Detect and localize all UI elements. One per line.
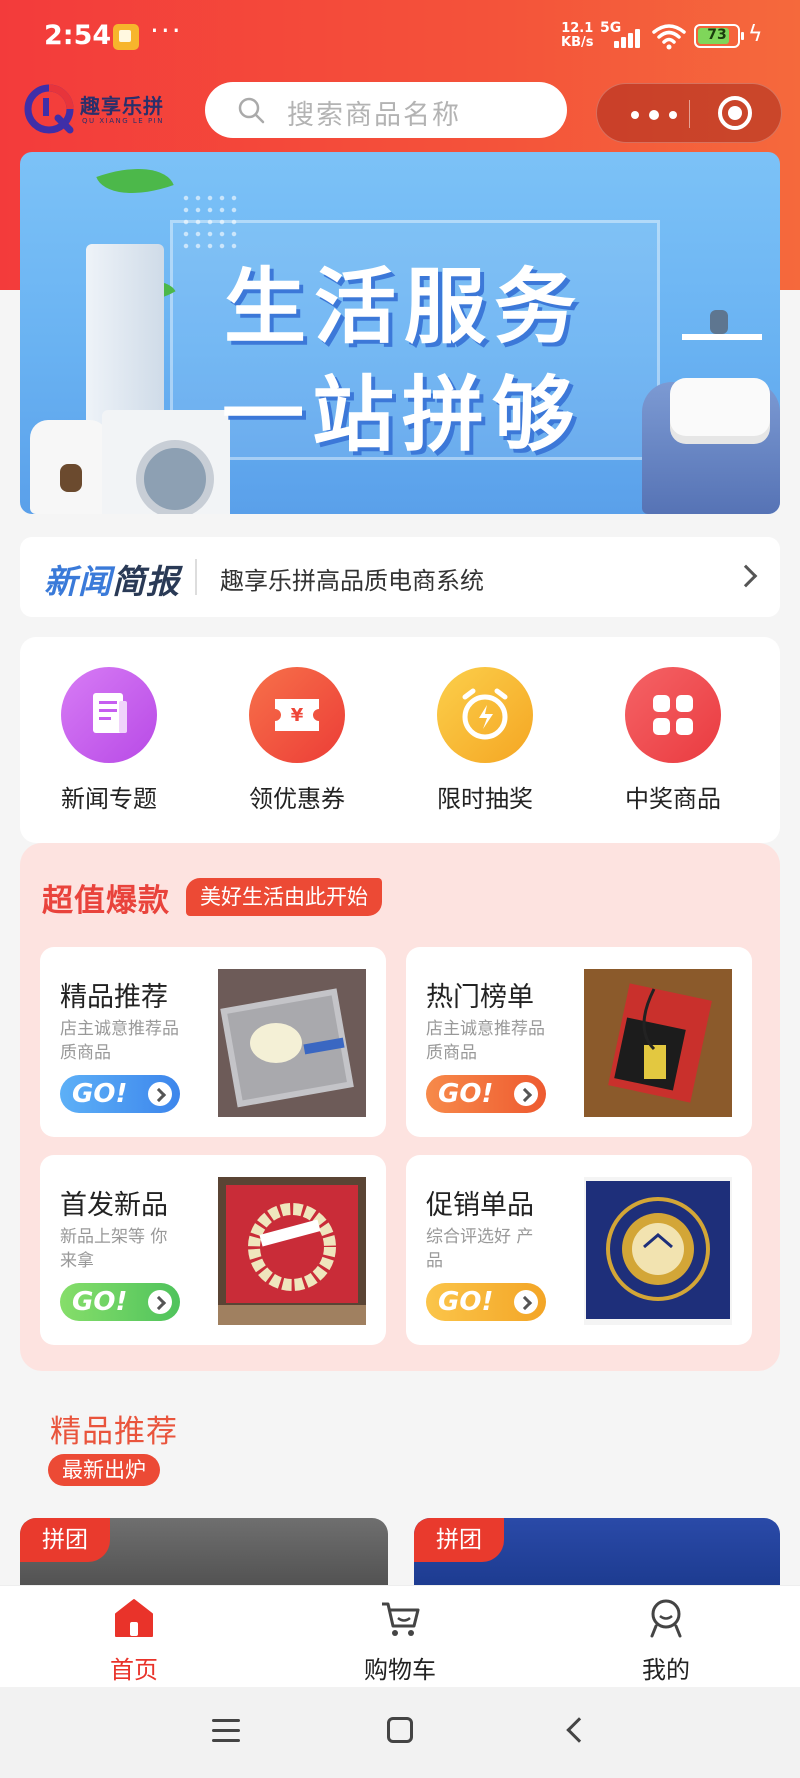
banner-headline-2: 一站拼够: [221, 368, 582, 463]
product-image: [218, 1177, 366, 1325]
logo-subtitle: QU XIANG LE PIN: [82, 117, 164, 125]
capsule-divider: [689, 100, 690, 128]
news-bulletin-tag: 新闻简报: [44, 555, 180, 603]
quick-menu-label: 新闻专题: [61, 785, 157, 813]
recents-button[interactable]: [212, 1719, 240, 1743]
quick-menu-label: 中奖商品: [625, 785, 721, 813]
deal-card-promotion[interactable]: 促销单品 综合评选好 产品 GO!: [406, 1155, 752, 1345]
quick-menu: 新闻专题 ¥ 领优惠券 限时抽奖 中奖商品: [20, 637, 780, 843]
leaf-decoration: [96, 153, 174, 209]
coupon-icon: ¥: [249, 667, 345, 763]
go-button[interactable]: GO!: [60, 1075, 180, 1113]
cart-icon: [382, 1602, 420, 1636]
group-buy-tag: 拼团: [20, 1518, 110, 1562]
quick-menu-lottery[interactable]: 限时抽奖: [410, 667, 560, 814]
search-bar[interactable]: 搜索商品名称: [205, 82, 567, 138]
tab-label: 首页: [110, 1656, 158, 1684]
network-speed: 12.1 KB/s: [561, 22, 593, 50]
deal-card-featured[interactable]: 精品推荐 店主诚意推荐品质商品 GO!: [40, 947, 386, 1137]
home-icon: [115, 1599, 153, 1637]
arrow-right-icon: [148, 1082, 172, 1106]
banner-headline-1: 生活服务: [223, 260, 584, 355]
notification-app-icon: [113, 24, 139, 50]
miniprogram-capsule: [596, 83, 782, 143]
quick-menu-winners[interactable]: 中奖商品: [598, 667, 748, 814]
alarm-clock-icon: [437, 667, 533, 763]
more-options-button[interactable]: [623, 96, 683, 130]
tab-cart[interactable]: 购物车: [320, 1598, 480, 1685]
quick-menu-coupon[interactable]: ¥ 领优惠券: [222, 667, 372, 814]
news-tag-part2: 简报: [112, 562, 180, 601]
charging-icon: ϟ: [748, 22, 763, 47]
quick-menu-label: 限时抽奖: [437, 785, 533, 813]
network-speed-value: 12.1: [561, 21, 594, 36]
deal-card-title: 精品推荐: [60, 982, 168, 1013]
battery-icon: 73: [694, 24, 744, 48]
news-bulletin[interactable]: 新闻简报 趣享乐拼高品质电商系统: [20, 537, 780, 617]
product-image: [584, 969, 732, 1117]
logo-title: 趣享乐拼: [80, 94, 164, 118]
logo-mark-icon: [24, 84, 74, 134]
tab-label: 购物车: [364, 1656, 436, 1684]
news-divider: [195, 559, 197, 595]
deal-card-new-arrivals[interactable]: 首发新品 新品上架等 你来拿 GO!: [40, 1155, 386, 1345]
more-notifications-icon: ···: [150, 14, 183, 47]
news-headline: 趣享乐拼高品质电商系统: [220, 567, 484, 595]
back-button[interactable]: [566, 1717, 592, 1743]
signal-icon: [614, 26, 644, 48]
home-button[interactable]: [387, 1717, 413, 1743]
svg-text:¥: ¥: [291, 705, 304, 726]
deals-title: 超值爆款: [42, 883, 170, 919]
search-placeholder: 搜索商品名称: [287, 100, 461, 131]
deal-card-title: 促销单品: [426, 1190, 534, 1221]
deal-card-title: 首发新品: [60, 1190, 168, 1221]
deal-card-subtitle: 综合评选好 产品: [426, 1227, 534, 1271]
go-button[interactable]: GO!: [426, 1283, 546, 1321]
search-icon: [238, 97, 265, 124]
tab-home[interactable]: 首页: [54, 1598, 214, 1685]
go-button[interactable]: GO!: [60, 1283, 180, 1321]
deals-badge: 美好生活由此开始: [186, 878, 382, 916]
go-button-label: GO!: [72, 1079, 128, 1109]
promo-banner[interactable]: 生活服务 一站拼够: [20, 152, 780, 514]
product-image: [218, 969, 366, 1117]
arrow-right-icon: [148, 1290, 172, 1314]
news-tag-part1: 新闻: [44, 562, 112, 601]
tab-profile[interactable]: 我的: [586, 1598, 746, 1685]
status-time: 2:54: [44, 20, 112, 51]
group-buy-tag: 拼团: [414, 1518, 504, 1562]
system-navigation-bar: [0, 1687, 800, 1778]
network-speed-unit: KB/s: [561, 35, 594, 50]
featured-section-title: 精品推荐: [50, 1414, 178, 1450]
arrow-right-icon: [514, 1082, 538, 1106]
quick-menu-label: 领优惠券: [249, 785, 345, 813]
user-icon: [650, 1599, 682, 1638]
go-button-label: GO!: [438, 1287, 494, 1317]
go-button[interactable]: GO!: [426, 1075, 546, 1113]
document-icon: [61, 667, 157, 763]
go-button-label: GO!: [72, 1287, 128, 1317]
deal-card-title: 热门榜单: [426, 982, 534, 1013]
go-button-label: GO!: [438, 1079, 494, 1109]
wifi-icon: [652, 24, 686, 50]
deal-card-subtitle: 店主诚意推荐品质商品: [426, 1019, 545, 1063]
arrow-right-icon: [514, 1290, 538, 1314]
close-miniprogram-button[interactable]: [718, 96, 752, 130]
deals-section: 超值爆款 美好生活由此开始 精品推荐 店主诚意推荐品质商品 GO! 热门榜单 店…: [20, 843, 780, 1371]
featured-section-badge: 最新出炉: [48, 1454, 160, 1486]
product-image: [584, 1177, 732, 1325]
grid-icon: [625, 667, 721, 763]
deal-card-hot-list[interactable]: 热门榜单 店主诚意推荐品质商品 GO!: [406, 947, 752, 1137]
app-logo[interactable]: 趣享乐拼 QU XIANG LE PIN: [24, 84, 174, 138]
quick-menu-news[interactable]: 新闻专题: [34, 667, 184, 814]
chevron-right-icon: [734, 564, 758, 588]
deal-card-subtitle: 新品上架等 你来拿: [60, 1227, 168, 1271]
status-bar: 2:54 ··· 12.1 KB/s 5G 73 ϟ: [0, 0, 800, 72]
battery-level: 73: [707, 27, 727, 43]
deal-card-subtitle: 店主诚意推荐品质商品: [60, 1019, 179, 1063]
tab-label: 我的: [642, 1656, 690, 1684]
bottom-tab-bar: 首页 购物车 我的: [0, 1585, 800, 1687]
